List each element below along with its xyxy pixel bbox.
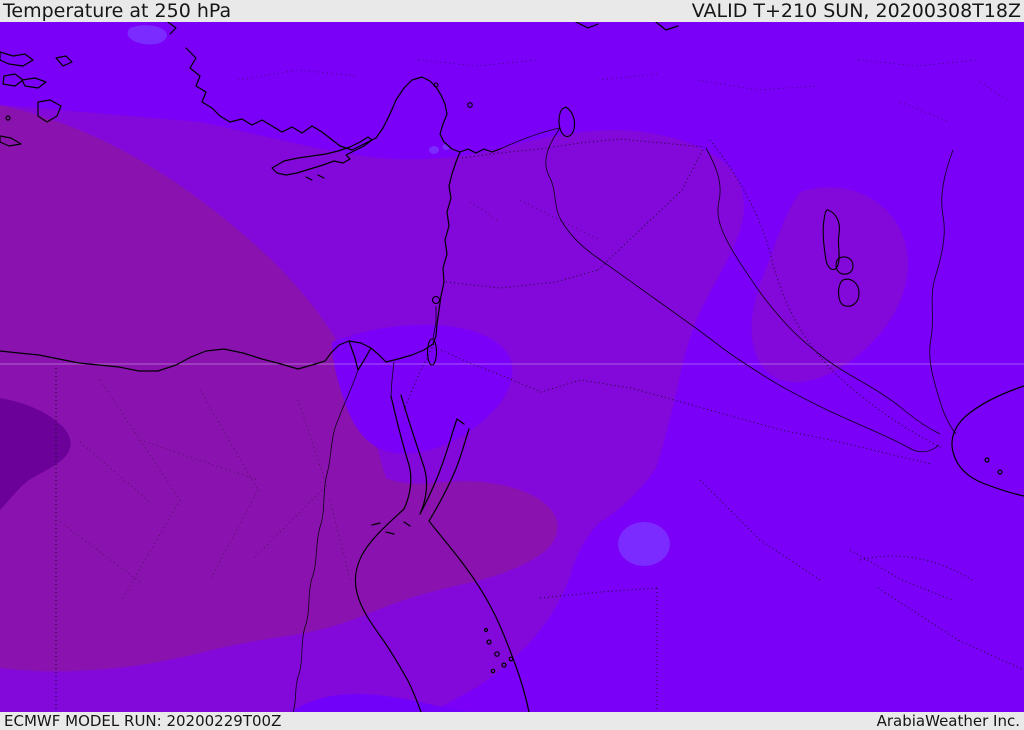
valid-time-label: VALID T+210 SUN, 20200308T18Z — [691, 0, 1021, 22]
band-blue-violet-cyprus-dot2 — [442, 144, 450, 150]
footer-bar: ECMWF MODEL RUN: 20200229T00Z ArabiaWeat… — [0, 711, 1024, 730]
band-blue-violet-saudi-oval — [618, 522, 670, 566]
weather-map — [0, 22, 1024, 712]
band-blue-violet-cyprus-dot1 — [429, 146, 439, 154]
temperature-bands — [0, 22, 1024, 712]
model-run-label: ECMWF MODEL RUN: 20200229T00Z — [4, 711, 282, 730]
map-title: Temperature at 250 hPa — [3, 0, 232, 22]
temperature-map-canvas — [0, 22, 1024, 712]
header-bar: Temperature at 250 hPa VALID T+210 SUN, … — [0, 0, 1024, 22]
branding-label: ArabiaWeather Inc. — [876, 711, 1020, 730]
